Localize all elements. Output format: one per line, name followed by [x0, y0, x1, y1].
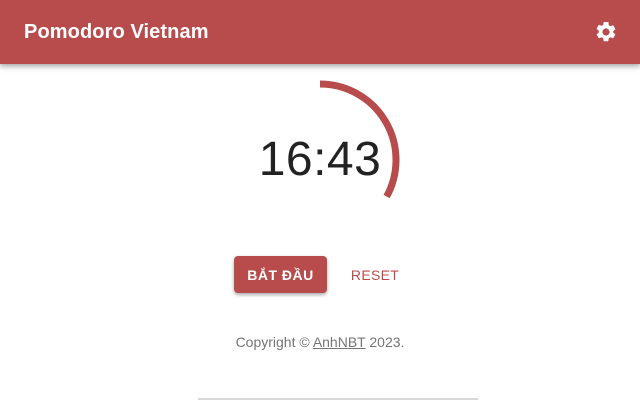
settings-button[interactable]: [594, 20, 618, 44]
app-title: Pomodoro Vietnam: [24, 21, 209, 43]
reset-button[interactable]: RESET: [340, 256, 410, 293]
gear-icon: [596, 21, 616, 42]
copyright-prefix: Copyright ©: [235, 334, 310, 350]
start-button[interactable]: BẮT ĐẦU: [234, 256, 327, 293]
copyright-year: 2023.: [369, 334, 405, 350]
author-link[interactable]: AnhNBT: [313, 334, 366, 350]
timer-dial: 16:43: [240, 80, 400, 240]
app-window: Pomodoro Vietnam 16:43 BẮT ĐẦU RESET Cop…: [0, 0, 640, 400]
footer-copyright: Copyright © AnhNBT 2023.: [0, 333, 640, 351]
app-bar: Pomodoro Vietnam: [0, 0, 640, 64]
timer-display: 16:43: [258, 133, 382, 186]
